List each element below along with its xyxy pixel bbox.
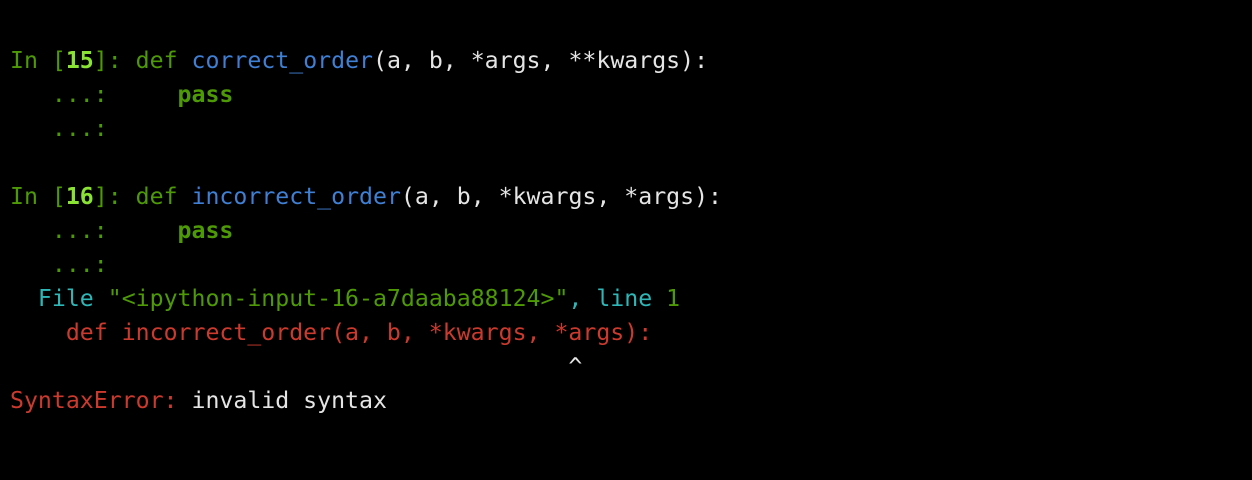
- prompt-in: In [: [10, 183, 66, 210]
- pass-keyword: pass: [177, 217, 234, 244]
- ipython-terminal[interactable]: In [15]: def correct_order(a, b, *args, …: [10, 44, 722, 418]
- function-params: (a, b, *kwargs, *args):: [400, 183, 723, 210]
- continuation-prompt: ...:: [10, 251, 108, 278]
- continuation-prompt: ...:: [10, 217, 122, 244]
- traceback-line-label: line: [596, 285, 667, 312]
- continuation-line: ...:: [10, 248, 722, 282]
- prompt-number: 15: [65, 47, 94, 74]
- traceback-caret-line: ^: [10, 350, 722, 384]
- continuation-line: ...: pass: [10, 214, 722, 248]
- error-caret: ^: [568, 353, 583, 380]
- traceback-code-line: def incorrect_order(a, b, *kwargs, *args…: [10, 316, 722, 350]
- traceback-code: def incorrect_order(a, b, *kwargs, *args…: [65, 319, 653, 346]
- continuation-prompt: ...:: [10, 81, 122, 108]
- continuation-line: ...:: [10, 112, 722, 146]
- pass-keyword: pass: [177, 81, 234, 108]
- error-type: SyntaxError:: [10, 387, 178, 414]
- def-keyword: def: [135, 183, 178, 210]
- prompt-close: ]:: [93, 47, 136, 74]
- error-message-line: SyntaxError: invalid syntax: [10, 384, 722, 418]
- prompt-in: In [: [10, 47, 66, 74]
- function-name: correct_order: [191, 47, 373, 74]
- input-line-15: In [15]: def correct_order(a, b, *args, …: [10, 44, 722, 78]
- prompt-close: ]:: [93, 183, 136, 210]
- traceback-file-label: File: [37, 285, 108, 312]
- continuation-line: ...: pass: [10, 78, 722, 112]
- traceback-file-path: "<ipython-input-16-a7daaba88124>": [107, 285, 569, 312]
- function-name: incorrect_order: [191, 183, 401, 210]
- input-line-16: In [16]: def incorrect_order(a, b, *kwar…: [10, 180, 722, 214]
- traceback-line-number: 1: [666, 285, 681, 312]
- prompt-number: 16: [65, 183, 94, 210]
- error-message: invalid syntax: [177, 387, 387, 414]
- traceback-file-line: File "<ipython-input-16-a7daaba88124>", …: [37, 285, 681, 312]
- continuation-prompt: ...:: [10, 115, 108, 142]
- function-params: (a, b, *args, **kwargs):: [373, 47, 709, 74]
- def-keyword: def: [135, 47, 178, 74]
